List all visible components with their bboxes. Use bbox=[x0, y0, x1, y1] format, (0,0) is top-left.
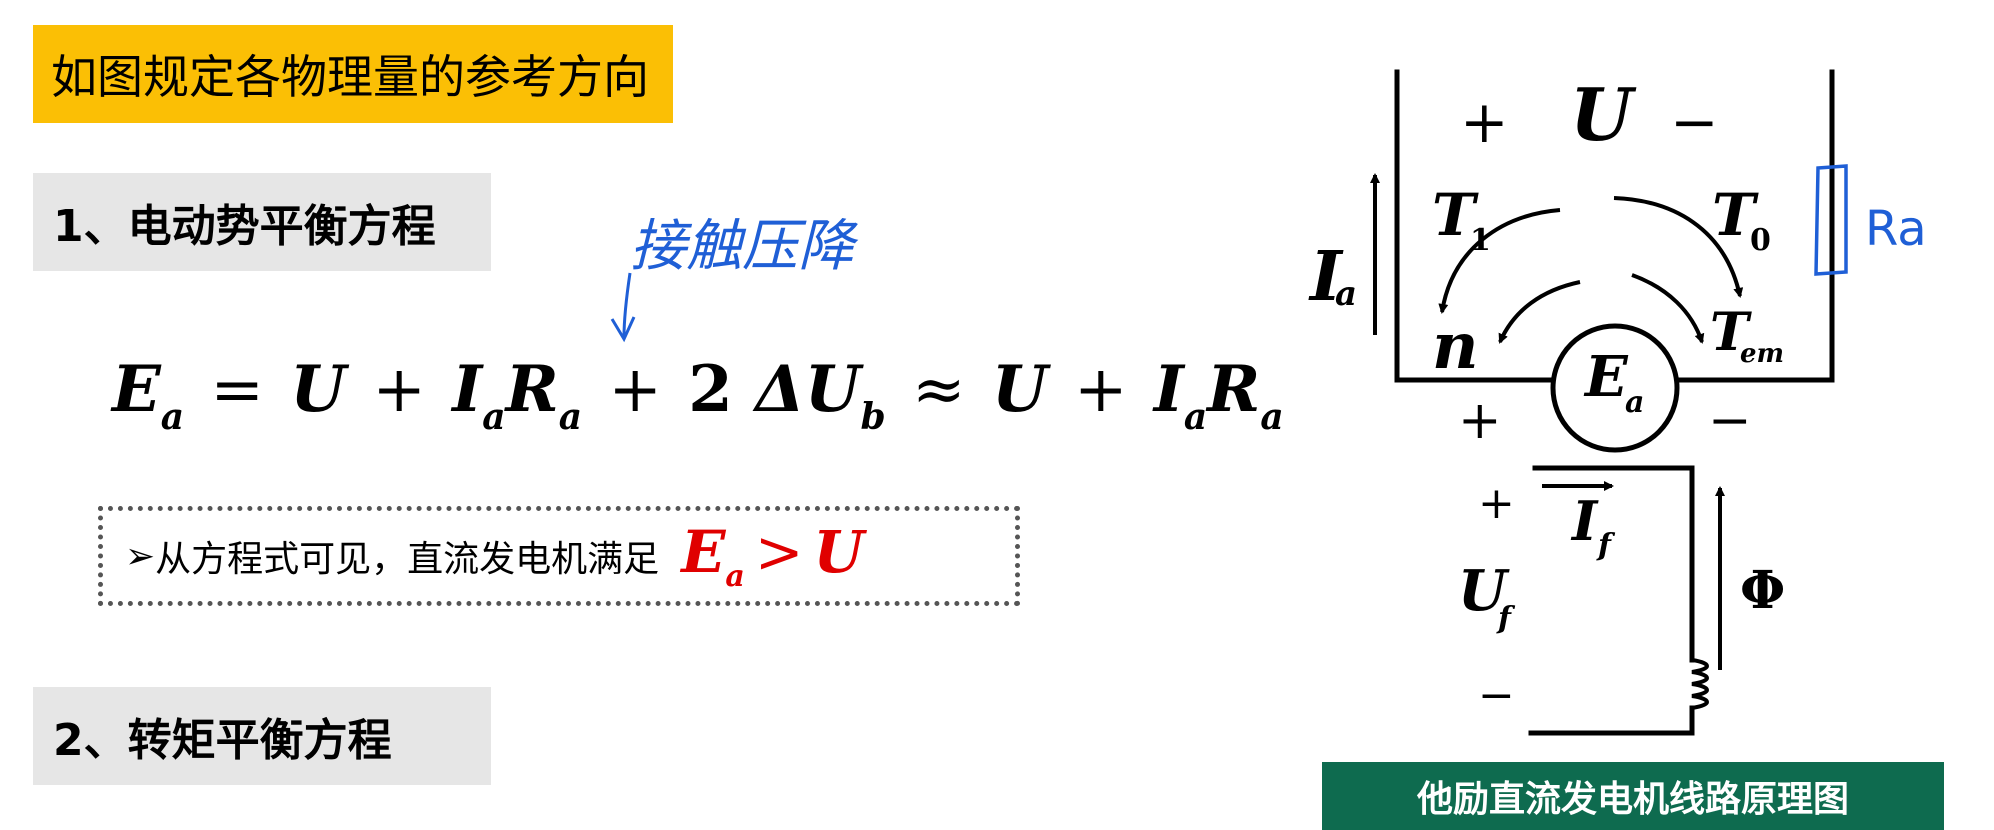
ea-subscript: a bbox=[1625, 385, 1644, 420]
tem-subscript: em bbox=[1740, 339, 1784, 369]
eq-Ra1: R bbox=[505, 352, 559, 427]
ra-handwritten-label: Ra bbox=[1865, 201, 1927, 257]
uf-plus-sign: + bbox=[1478, 478, 1515, 529]
field-wire-bottom bbox=[1528, 705, 1695, 736]
eq-plus3: + bbox=[1074, 353, 1128, 427]
armature-minus-sign: − bbox=[1708, 391, 1752, 451]
eq-U2: U bbox=[991, 352, 1048, 427]
conclusion-text: 从方程式可见，直流发电机满足 bbox=[155, 539, 660, 580]
armature-plus-sign: + bbox=[1458, 391, 1502, 451]
eq-Ia1-sub: a bbox=[482, 396, 506, 438]
eq-delta-U: ΔU bbox=[755, 352, 861, 427]
caption-text: 他励直流发电机线路原理图 bbox=[1416, 779, 1849, 820]
eq-Ra2: R bbox=[1207, 352, 1261, 427]
eq-plus2: + bbox=[608, 353, 662, 427]
eq-Ia2: I bbox=[1153, 352, 1184, 427]
field-winding-coil-icon bbox=[1689, 657, 1709, 711]
if-label: I bbox=[1570, 489, 1599, 553]
u-minus-sign: − bbox=[1670, 88, 1719, 156]
ineq-gt: > bbox=[754, 518, 804, 586]
generator-circuit-diagram: Ra + U − T 1 T 0 I a n T em E a + − + I … bbox=[1308, 69, 1927, 736]
u-voltage-label: U bbox=[1570, 72, 1637, 157]
eq-equals: = bbox=[210, 353, 265, 427]
banner-text: 如图规定各物理量的参考方向 bbox=[51, 50, 649, 104]
ia-subscript: a bbox=[1335, 274, 1357, 314]
eq-Ea-sub: a bbox=[160, 396, 185, 438]
emf-equation: Ea = U + IaRa + 2 ΔUb ≈ U + IaRa bbox=[112, 352, 1284, 438]
eq-Ea: E bbox=[112, 352, 161, 427]
n-speed-label: n bbox=[1432, 309, 1479, 384]
eq-Ia2-sub: a bbox=[1183, 396, 1208, 438]
t1-subscript: 1 bbox=[1470, 223, 1491, 258]
section-title-torque: 2、转矩平衡方程 bbox=[53, 715, 392, 766]
contact-drop-annotation: 接触压降 bbox=[610, 214, 859, 343]
ineq-U: U bbox=[813, 518, 865, 586]
eq-delta-sub: b bbox=[860, 396, 886, 438]
eq-U1: U bbox=[290, 352, 347, 427]
if-subscript: f bbox=[1596, 528, 1616, 563]
t0-subscript: 0 bbox=[1750, 223, 1771, 258]
eq-plus1: + bbox=[372, 353, 427, 427]
eq-approx: ≈ bbox=[912, 353, 966, 427]
annotation-text: 接触压降 bbox=[630, 214, 859, 279]
field-wire-top bbox=[1532, 465, 1695, 663]
eq-two: 2 bbox=[688, 352, 733, 427]
uf-subscript: f bbox=[1496, 601, 1516, 636]
n-arrow-icon bbox=[1498, 280, 1581, 344]
u-plus-sign: + bbox=[1460, 88, 1509, 156]
conclusion-inequality: Ea > U bbox=[681, 518, 864, 594]
ineq-E: E bbox=[681, 518, 726, 586]
section-title-emf: 1、电动势平衡方程 bbox=[53, 201, 436, 252]
bullet-arrow-icon: ➢ bbox=[125, 535, 156, 577]
section-heading-torque: 2、转矩平衡方程 bbox=[33, 687, 491, 785]
section-heading-emf: 1、电动势平衡方程 bbox=[33, 173, 491, 271]
eq-Ia1: I bbox=[452, 352, 483, 427]
eq-Ra1-sub: a bbox=[558, 396, 583, 438]
phi-flux-label: Φ bbox=[1740, 560, 1785, 621]
ea-label: E bbox=[1583, 344, 1629, 410]
conclusion-box: ➢ 从方程式可见，直流发电机满足 Ea > U bbox=[98, 506, 1020, 606]
uf-minus-sign: − bbox=[1478, 670, 1515, 721]
ineq-E-sub: a bbox=[725, 559, 745, 594]
diagram-caption: 他励直流发电机线路原理图 bbox=[1322, 762, 1944, 830]
title-banner: 如图规定各物理量的参考方向 bbox=[33, 25, 673, 123]
